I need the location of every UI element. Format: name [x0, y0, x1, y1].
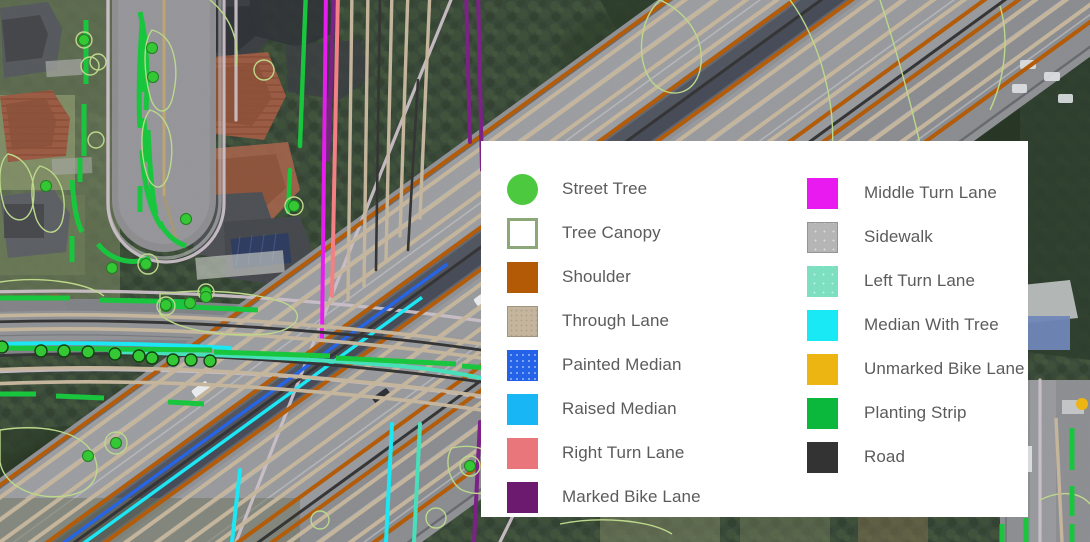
legend-item-shoulder[interactable]: Shoulder	[507, 255, 781, 299]
legend-item-label: Shoulder	[562, 267, 631, 286]
unmarked-bike-lane-swatch-icon	[807, 353, 838, 385]
legend-column-right: Middle Turn Lane Sidewalk Left Turn Lane…	[781, 161, 1028, 479]
raised-median-swatch-icon	[507, 393, 538, 425]
planting-strip-swatch-icon	[807, 397, 838, 429]
legend-item-tree-canopy[interactable]: Tree Canopy	[507, 211, 781, 255]
legend-item-planting-strip[interactable]: Planting Strip	[807, 391, 1028, 435]
legend-item-street-tree[interactable]: Street Tree	[507, 167, 781, 211]
legend-item-right-turn-lane[interactable]: Right Turn Lane	[507, 431, 781, 475]
legend-item-label: Right Turn Lane	[562, 443, 685, 462]
left-turn-lane-swatch-icon	[807, 265, 838, 297]
legend-item-label: Left Turn Lane	[864, 271, 976, 290]
legend-item-unmarked-bike-lane[interactable]: Unmarked Bike Lane	[807, 347, 1028, 391]
legend-item-left-turn-lane[interactable]: Left Turn Lane	[807, 259, 1028, 303]
legend-item-painted-median[interactable]: Painted Median	[507, 343, 781, 387]
legend-item-label: Sidewalk	[864, 227, 933, 246]
legend-item-label: Through Lane	[562, 311, 670, 330]
legend-item-middle-turn-lane[interactable]: Middle Turn Lane	[807, 171, 1028, 215]
legend-item-label: Road	[864, 447, 906, 466]
map-legend-panel: Street Tree Tree Canopy Shoulder Through…	[481, 141, 1028, 517]
legend-item-sidewalk[interactable]: Sidewalk	[807, 215, 1028, 259]
legend-item-label: Painted Median	[562, 355, 682, 374]
middle-turn-lane-swatch-icon	[807, 177, 838, 209]
legend-item-raised-median[interactable]: Raised Median	[507, 387, 781, 431]
median-with-tree-swatch-icon	[807, 309, 838, 341]
legend-column-left: Street Tree Tree Canopy Shoulder Through…	[481, 161, 781, 519]
tree-canopy-swatch-icon	[507, 217, 538, 249]
legend-item-label: Median With Tree	[864, 315, 999, 334]
legend-item-through-lane[interactable]: Through Lane	[507, 299, 781, 343]
legend-item-label: Middle Turn Lane	[864, 183, 997, 202]
painted-median-swatch-icon	[507, 349, 538, 381]
legend-item-marked-bike-lane[interactable]: Marked Bike Lane	[507, 475, 781, 519]
legend-item-label: Unmarked Bike Lane	[864, 359, 1025, 378]
legend-item-road[interactable]: Road	[807, 435, 1028, 479]
right-turn-lane-swatch-icon	[507, 437, 538, 469]
sidewalk-swatch-icon	[807, 221, 838, 253]
legend-item-label: Street Tree	[562, 179, 648, 198]
road-swatch-icon	[807, 441, 838, 473]
legend-item-label: Planting Strip	[864, 403, 967, 422]
map-application: Street Tree Tree Canopy Shoulder Through…	[0, 0, 1090, 542]
legend-item-label: Raised Median	[562, 399, 677, 418]
shoulder-swatch-icon	[507, 261, 538, 293]
legend-item-label: Tree Canopy	[562, 223, 661, 242]
street-tree-swatch-icon	[507, 173, 538, 205]
through-lane-swatch-icon	[507, 305, 538, 337]
legend-item-label: Marked Bike Lane	[562, 487, 701, 506]
marked-bike-lane-swatch-icon	[507, 481, 538, 513]
legend-item-median-with-tree[interactable]: Median With Tree	[807, 303, 1028, 347]
